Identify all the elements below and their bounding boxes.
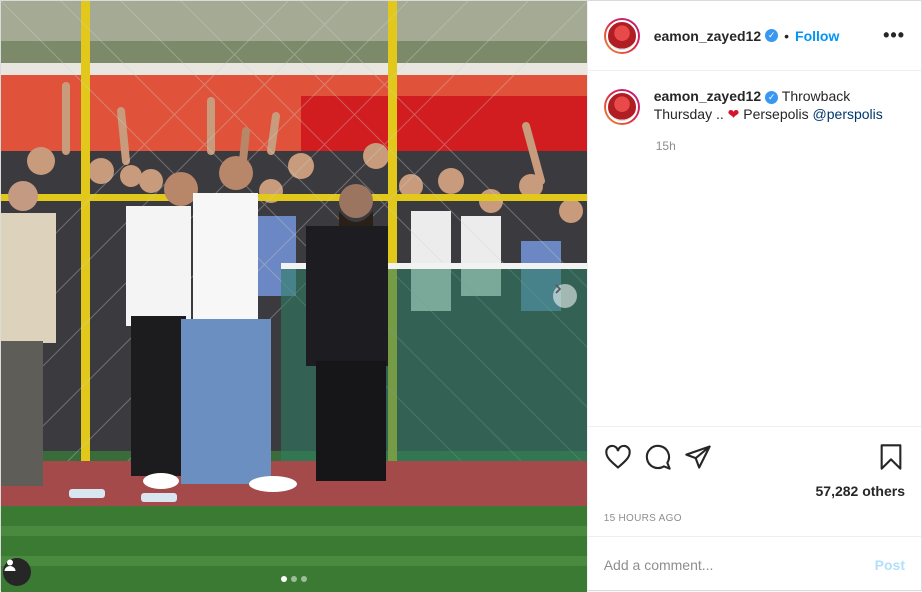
actions-section: 57,282 others 15 HOURS AGO [587,426,921,536]
caption-body-after: Persepolis [739,106,813,122]
caption-avatar[interactable] [603,89,640,125]
action-bar [604,437,905,477]
carousel-indicator [1,576,587,582]
avatar[interactable] [603,17,640,54]
verified-badge-icon: ✓ [765,90,779,104]
photo-illustration [1,1,587,592]
user-tag-icon [4,559,16,571]
heart-emoji: ❤ [727,106,740,122]
bookmark-icon[interactable] [877,443,905,471]
comment-input[interactable] [603,556,875,573]
caption-username-link[interactable]: eamon_zayed12 [654,88,761,104]
avatar-image [605,91,638,123]
username-link[interactable]: eamon_zayed12 [654,28,761,44]
carousel-dot [290,576,297,582]
caption-time[interactable]: 15h [656,139,905,153]
post-comment-button[interactable]: Post [875,557,905,573]
heart-icon[interactable] [604,443,632,471]
more-options-button[interactable]: ••• [883,25,905,46]
carousel-next-button[interactable] [552,284,577,308]
avatar-image [605,19,638,52]
likes-count[interactable]: 57,282 others [604,483,906,499]
chevron-right-icon [555,284,561,294]
more-icon: ••• [883,25,905,45]
share-icon[interactable] [684,443,712,471]
caption: eamon_zayed12 ✓ Throwback Thursday .. ❤ P… [603,87,905,125]
caption-text: eamon_zayed12 ✓ Throwback Thursday .. ❤ P… [654,87,905,125]
verified-badge-icon: ✓ [765,29,779,42]
post-header: eamon_zayed12 ✓ • Follow ••• [587,1,921,71]
follow-button[interactable]: Follow [795,28,839,44]
separator-dot: • [784,27,790,44]
post-sidebar: eamon_zayed12 ✓ • Follow ••• eamon_zayed… [586,1,921,592]
post-timestamp[interactable]: 15 HOURS AGO [604,513,905,536]
comment-icon[interactable] [644,443,672,471]
post-photo[interactable] [1,1,587,592]
add-comment-bar: Post [587,536,921,592]
instagram-post: eamon_zayed12 ✓ • Follow ••• eamon_zayed… [0,0,922,592]
mention-link[interactable]: @perspolis [813,106,883,122]
carousel-dot [300,576,307,582]
carousel-dot [280,576,287,582]
comments-area: eamon_zayed12 ✓ Throwback Thursday .. ❤ P… [588,71,921,426]
